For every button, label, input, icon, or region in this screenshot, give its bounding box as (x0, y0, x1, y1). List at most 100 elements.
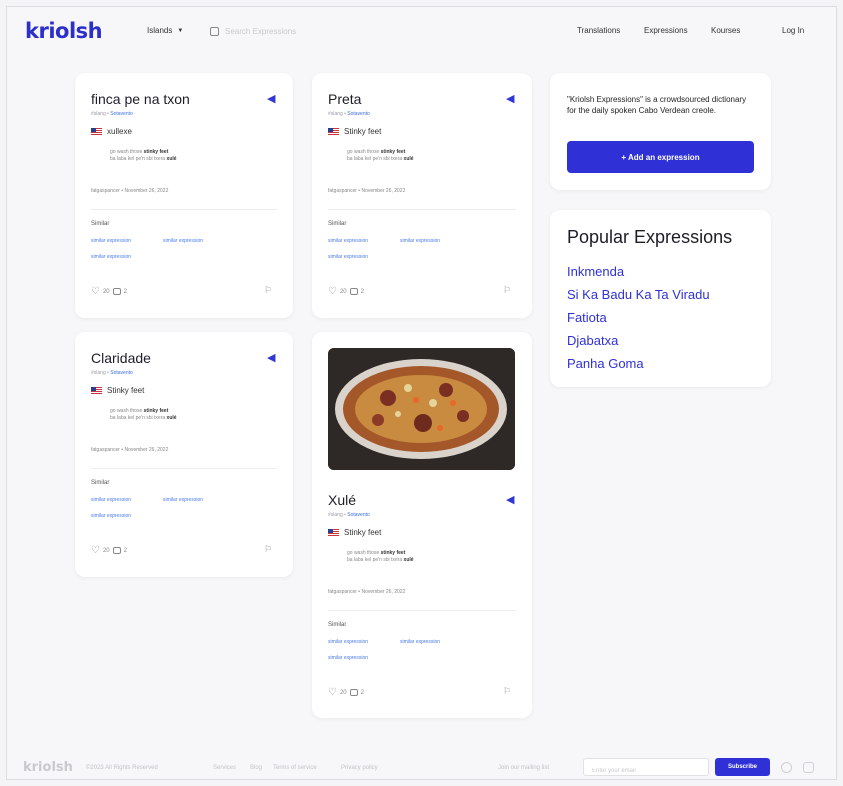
nav-expressions[interactable]: Expressions (644, 26, 688, 35)
popular-link[interactable]: Djabatxa (567, 333, 618, 348)
footer-link-privacy[interactable]: Privacy policy (341, 765, 378, 771)
similar-link[interactable]: similar expression (91, 238, 131, 244)
expression-title[interactable]: finca pe na txon (91, 91, 190, 107)
expression-title[interactable]: Xulé (328, 492, 356, 508)
subscribe-button[interactable]: Subscribe (715, 758, 770, 776)
instagram-icon[interactable] (803, 762, 814, 773)
expression-title[interactable]: Preta (328, 91, 361, 107)
speaker-icon[interactable]: ◀ (267, 92, 275, 105)
expression-meta: #slang • Sotavento (328, 111, 370, 117)
example-text: go wash those (110, 408, 144, 414)
speaker-icon[interactable]: ◀ (506, 92, 514, 105)
similar-label: Similar (328, 622, 347, 628)
expression-title[interactable]: Claridade (91, 350, 151, 366)
popular-link[interactable]: Fatiota (567, 310, 607, 325)
similar-link[interactable]: similar expression (163, 238, 203, 244)
tag[interactable]: #slang (328, 512, 343, 518)
heart-icon[interactable]: ♡ (328, 286, 337, 297)
reactions: ♡ 20 2 (91, 286, 127, 297)
similar-link[interactable]: similar expression (91, 254, 131, 260)
author-name[interactable]: fatgaspancer (328, 188, 357, 194)
login-link[interactable]: Log In (782, 26, 804, 35)
expression-card: Preta ◀ #slang • Sotavento Stinky feet g… (312, 73, 532, 318)
reactions: ♡ 20 2 (328, 687, 364, 698)
footer-link-blog[interactable]: Blog (250, 765, 262, 771)
app-window: kriolsh Islands ▼ Translations Expressio… (6, 6, 837, 780)
example-text: ba laba kel pe'n sbi txera (347, 156, 404, 162)
post-date: November 26, 2022 (361, 589, 406, 595)
island-link[interactable]: Sotavento (110, 111, 133, 117)
similar-link[interactable]: similar expression (328, 254, 368, 260)
nav-kourses[interactable]: Kourses (711, 26, 740, 35)
logo[interactable]: kriolsh (25, 19, 103, 43)
translation-row: Stinky feet (328, 528, 381, 537)
translation-row: Stinky feet (328, 127, 381, 136)
usage-example: go wash those stinky feet ba laba kel pe… (347, 550, 414, 564)
popular-link[interactable]: Si Ka Badu Ka Ta Viradu (567, 287, 710, 302)
example-highlight: stinky feet (380, 550, 406, 556)
similar-link[interactable]: similar expression (91, 497, 131, 503)
example-text: ba laba kel pe'n sbi txera (347, 557, 404, 563)
similar-label: Similar (91, 221, 110, 227)
similar-link[interactable]: similar expression (163, 497, 203, 503)
chevron-down-icon: ▼ (177, 27, 184, 34)
email-field[interactable] (583, 758, 709, 779)
expression-meta: #slang • Sotavento (91, 111, 133, 117)
comment-icon[interactable] (349, 689, 358, 696)
author-name[interactable]: fatgaspancer (91, 188, 120, 194)
similar-link[interactable]: similar expression (328, 655, 368, 661)
island-link[interactable]: Sotavento (347, 111, 370, 117)
github-icon[interactable] (781, 762, 792, 773)
comment-count: 2 (123, 547, 127, 554)
similar-link[interactable]: similar expression (91, 513, 131, 519)
example-text: go wash those (347, 149, 381, 155)
tag[interactable]: #slang (91, 111, 106, 117)
about-text: "Kriolsh Expressions" is a crowdsourced … (567, 95, 747, 115)
example-text: ba laba kel pe'n sbi txera (110, 415, 167, 421)
tag[interactable]: #slang (91, 370, 106, 376)
author-name[interactable]: fatgaspancer (328, 589, 357, 595)
heart-icon[interactable]: ♡ (328, 687, 337, 698)
speaker-icon[interactable]: ◀ (506, 493, 514, 506)
popular-link[interactable]: Inkmenda (567, 264, 624, 279)
author-line: fatgaspancer • November 26, 2022 (91, 447, 169, 453)
island-link[interactable]: Sotavento (110, 370, 133, 376)
similar-link[interactable]: similar expression (328, 639, 368, 645)
heart-icon[interactable]: ♡ (91, 545, 100, 556)
like-count: 20 (102, 547, 110, 554)
island-link[interactable]: Sotavento (347, 512, 370, 518)
footer-logo[interactable]: kriolsh (23, 760, 73, 775)
usage-example: go wash those stinky feet ba laba kel pe… (110, 408, 177, 422)
report-flag-icon[interactable]: ⚐ (503, 686, 511, 697)
top-bar: kriolsh Islands ▼ Translations Expressio… (7, 7, 838, 57)
comment-icon[interactable] (112, 288, 121, 295)
expression-meta: #slang • Sotavento (91, 370, 133, 376)
like-count: 20 (339, 689, 347, 696)
author-name[interactable]: fatgaspancer (91, 447, 120, 453)
heart-icon[interactable]: ♡ (91, 286, 100, 297)
example-highlight: xulé (166, 415, 177, 421)
popular-card: Popular Expressions Inkmenda Si Ka Badu … (550, 210, 771, 387)
popular-link[interactable]: Panha Goma (567, 356, 644, 371)
similar-link[interactable]: similar expression (400, 238, 440, 244)
similar-link[interactable]: similar expression (400, 639, 440, 645)
email-input[interactable] (584, 763, 708, 779)
footer-link-services[interactable]: Services (213, 765, 236, 771)
example-text: go wash those (347, 550, 381, 556)
example-highlight: xulé (403, 557, 414, 563)
search-bar[interactable] (210, 23, 320, 39)
speaker-icon[interactable]: ◀ (267, 351, 275, 364)
comment-icon[interactable] (349, 288, 358, 295)
footer-link-terms[interactable]: Terms of service (273, 765, 317, 771)
report-flag-icon[interactable]: ⚐ (264, 544, 272, 555)
islands-dropdown[interactable]: Islands ▼ (147, 26, 183, 35)
add-expression-button[interactable]: + Add an expression (567, 141, 754, 173)
report-flag-icon[interactable]: ⚐ (264, 285, 272, 296)
search-input[interactable] (225, 26, 315, 36)
comment-icon[interactable] (112, 547, 121, 554)
nav-translations[interactable]: Translations (577, 26, 620, 35)
reactions: ♡ 20 2 (328, 286, 364, 297)
similar-link[interactable]: similar expression (328, 238, 368, 244)
report-flag-icon[interactable]: ⚐ (503, 285, 511, 296)
tag[interactable]: #slang (328, 111, 343, 117)
